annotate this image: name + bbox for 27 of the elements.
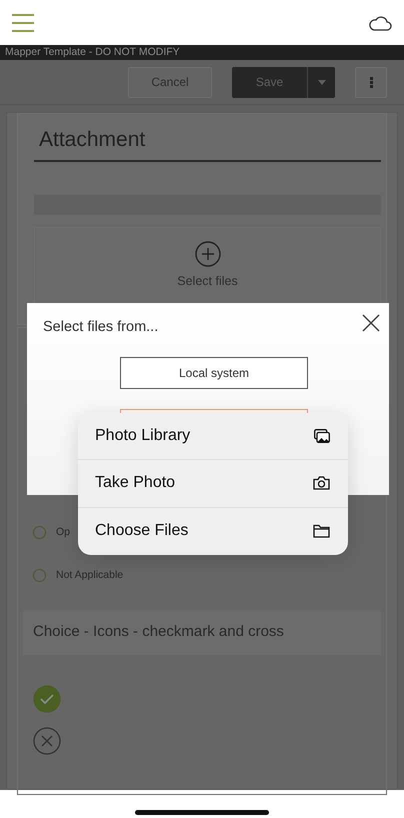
cloud-sync-button[interactable]: [368, 14, 392, 31]
action-sheet-item[interactable]: Photo Library: [78, 413, 348, 460]
dialog-title: Select files from...: [43, 318, 158, 337]
menu-icon: [12, 12, 34, 32]
choice-label: Choice - Icons - checkmark and cross: [33, 622, 284, 642]
photos-icon: [314, 429, 330, 444]
camera-icon: [313, 476, 330, 490]
more-button[interactable]: [355, 66, 387, 98]
menu-button[interactable]: [12, 12, 34, 32]
attachment-title: Attachment: [34, 124, 381, 162]
more-icon: [370, 76, 372, 88]
cross-choice-icon[interactable]: [33, 726, 61, 754]
cloud-icon: [368, 14, 392, 31]
radio-label: Not Applicable: [56, 568, 124, 583]
add-icon: [194, 240, 220, 267]
action-sheet-item[interactable]: Take Photo: [78, 460, 348, 508]
checkmark-choice-icon[interactable]: [33, 684, 61, 712]
folder-icon: [313, 524, 330, 538]
form-title: Mapper Template - DO NOT MODIFY: [5, 46, 180, 58]
close-icon: [362, 314, 380, 332]
caret-icon: [318, 80, 326, 84]
radio-button[interactable]: [33, 526, 46, 540]
save-options-button[interactable]: [307, 66, 335, 98]
local-system-button[interactable]: Local system: [120, 357, 308, 389]
radio-button[interactable]: [33, 569, 46, 582]
radio-label: Op: [56, 525, 70, 540]
action-sheet-item[interactable]: Choose Files: [78, 508, 348, 555]
